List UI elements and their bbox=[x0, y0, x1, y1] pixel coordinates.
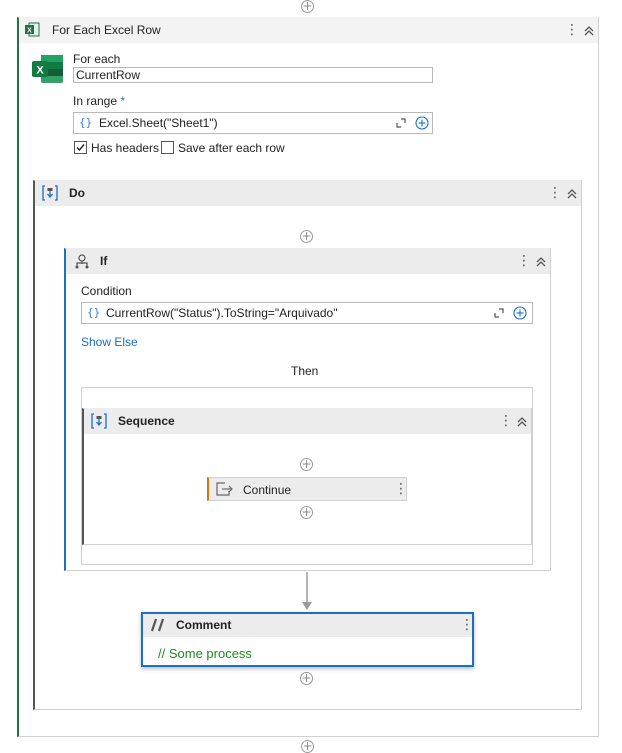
in-range-braces-icon: {} bbox=[79, 116, 93, 129]
excel-icon: X bbox=[25, 22, 40, 37]
do-collapse-icon[interactable] bbox=[566, 186, 578, 202]
if-header[interactable] bbox=[66, 248, 550, 274]
condition-add-icon[interactable] bbox=[513, 306, 527, 320]
for-each-collapse-icon[interactable] bbox=[583, 23, 595, 39]
then-label: Then bbox=[291, 364, 319, 378]
sequence-collapse-icon[interactable] bbox=[516, 414, 528, 430]
in-range-input[interactable]: {} Excel.Sheet("Sheet1") bbox=[73, 112, 433, 134]
sequence-block-icon bbox=[91, 413, 107, 429]
in-range-value: Excel.Sheet("Sheet1") bbox=[99, 116, 218, 130]
sequence-kebab-icon[interactable]: ⋮ bbox=[499, 413, 513, 429]
excel-large-icon: X bbox=[32, 55, 63, 83]
continue-kebab-icon[interactable]: ⋮ bbox=[394, 481, 408, 497]
for-each-input[interactable]: CurrentRow bbox=[73, 67, 433, 83]
for-each-title: For Each Excel Row bbox=[52, 23, 161, 37]
in-range-expand-icon[interactable] bbox=[395, 117, 407, 129]
do-header[interactable] bbox=[35, 180, 581, 206]
add-activity-sequence-top-icon[interactable]: + bbox=[300, 458, 313, 471]
for-each-input-value: CurrentRow bbox=[76, 68, 141, 82]
in-range-add-icon[interactable] bbox=[415, 116, 429, 130]
do-kebab-icon[interactable]: ⋮ bbox=[548, 185, 562, 201]
show-else-link[interactable]: Show Else bbox=[81, 335, 138, 349]
if-kebab-icon[interactable]: ⋮ bbox=[517, 253, 531, 269]
condition-expand-icon[interactable] bbox=[493, 307, 505, 319]
add-activity-sequence-bottom-icon[interactable]: + bbox=[300, 506, 313, 519]
continue-icon bbox=[216, 482, 233, 496]
continue-activity[interactable] bbox=[207, 477, 407, 501]
condition-input[interactable]: {} CurrentRow("Status").ToString="Arquiv… bbox=[81, 302, 533, 324]
for-each-kebab-icon[interactable]: ⋮ bbox=[565, 22, 579, 38]
has-headers-label: Has headers bbox=[91, 141, 160, 155]
if-title: If bbox=[100, 254, 108, 268]
add-activity-do-icon[interactable]: + bbox=[300, 230, 313, 243]
required-marker: * bbox=[120, 94, 126, 108]
svg-text:X: X bbox=[36, 65, 44, 77]
save-after-label: Save after each row bbox=[178, 141, 285, 155]
condition-label: Condition bbox=[81, 284, 132, 298]
checkmark-icon bbox=[76, 144, 85, 152]
sequence-icon bbox=[42, 185, 58, 201]
for-each-label: For each bbox=[73, 52, 121, 66]
add-activity-after-comment-icon[interactable]: + bbox=[300, 672, 313, 685]
connector-arrow-icon bbox=[302, 572, 312, 610]
add-activity-top-icon[interactable]: + bbox=[301, 0, 314, 13]
comment-kebab-icon[interactable]: ⋮ bbox=[460, 617, 474, 633]
has-headers-checkbox[interactable] bbox=[74, 141, 87, 154]
svg-text:X: X bbox=[27, 28, 32, 35]
condition-braces-icon: {} bbox=[87, 306, 101, 319]
comment-title: Comment bbox=[176, 618, 232, 632]
add-activity-bottom-icon[interactable]: + bbox=[301, 740, 314, 753]
in-range-label: In range bbox=[73, 94, 118, 108]
continue-title: Continue bbox=[243, 483, 292, 497]
do-title: Do bbox=[69, 186, 85, 200]
if-collapse-icon[interactable] bbox=[535, 254, 547, 270]
in-range-label-row: In range * bbox=[73, 94, 125, 108]
condition-value: CurrentRow("Status").ToString="Arquivado… bbox=[106, 306, 338, 320]
comment-icon bbox=[150, 618, 165, 632]
if-icon bbox=[75, 254, 89, 269]
save-after-checkbox[interactable] bbox=[161, 141, 174, 154]
comment-text[interactable]: // Some process bbox=[158, 646, 252, 661]
sequence-title: Sequence bbox=[118, 414, 175, 428]
